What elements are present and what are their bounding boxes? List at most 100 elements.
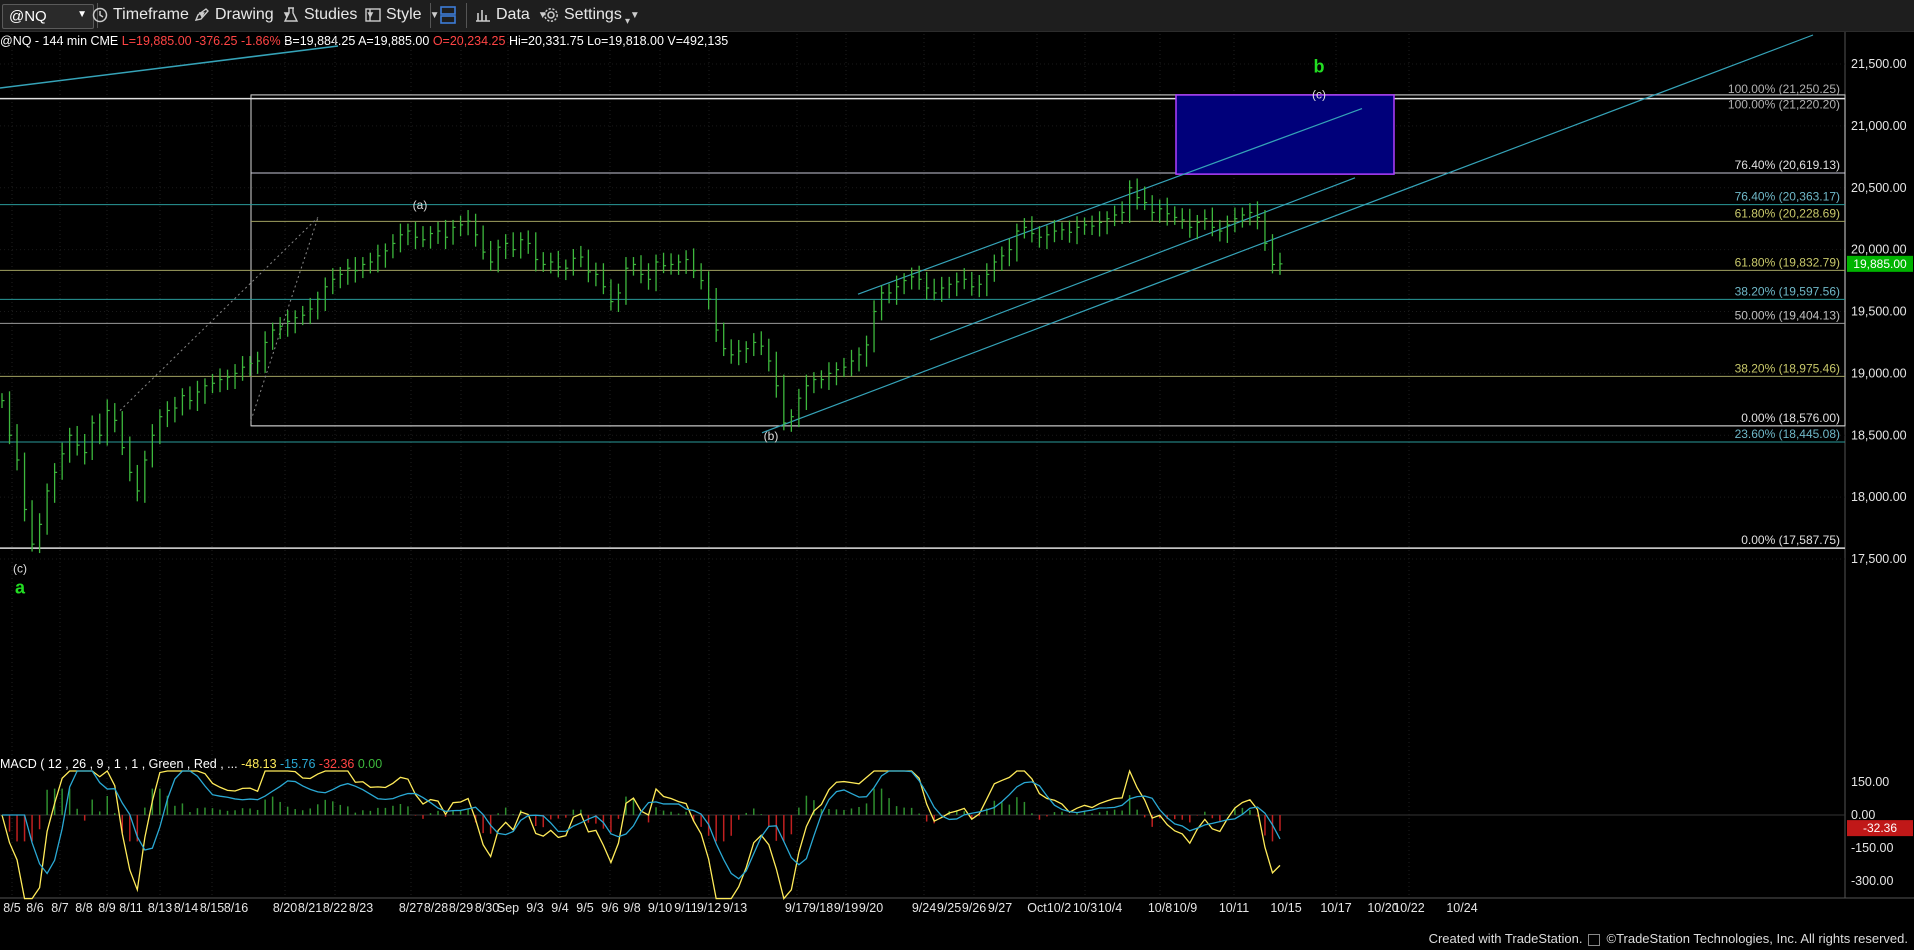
x-axis-tick-label: 9/6: [601, 901, 618, 915]
x-axis-tick-label: 10/4: [1098, 901, 1122, 915]
x-axis-tick-label: 8/27: [399, 901, 423, 915]
wave-label: (a): [413, 198, 428, 212]
footer-credit: Created with TradeStation. ©TradeStation …: [1429, 931, 1908, 946]
wave-label: (c): [1312, 88, 1326, 102]
x-axis-tick-label: 9/8: [623, 901, 640, 915]
toolbar-overflow-button[interactable]: ▾: [625, 10, 630, 32]
price-axis-tick-label: 17,500.00: [1851, 552, 1907, 566]
x-axis-tick-label: 9/26: [962, 901, 986, 915]
timeframe-menu[interactable]: Timeframe ▼: [91, 4, 207, 26]
x-axis-tick-label: 9/27: [988, 901, 1012, 915]
macd-axis-tick-label: 0.00: [1851, 808, 1875, 822]
pencil-icon: [194, 8, 209, 21]
x-axis-tick-label: 10/9: [1173, 901, 1197, 915]
price-axis-tick-label: 21,500.00: [1851, 57, 1907, 71]
caret-down-icon: ▼: [429, 9, 440, 21]
macd-axis-tick-label: 150.00: [1851, 775, 1889, 789]
x-axis-tick-label: 9/12: [697, 901, 721, 915]
symbol-selector[interactable]: @NQ ▼: [2, 4, 94, 29]
trendline-upper-left: [0, 45, 339, 89]
fib-level-label: 0.00% (17,587.75): [1741, 533, 1840, 547]
x-axis-tick-label: 9/20: [859, 901, 883, 915]
price-axis-tick-label: 18,500.00: [1851, 428, 1907, 442]
fib-level-label: 38.20% (19,597.56): [1735, 284, 1840, 298]
timeframe-label: Timeframe: [113, 6, 189, 23]
x-axis-tick-label: 9/10: [648, 901, 672, 915]
chevron-down-icon: ▼: [77, 9, 87, 20]
x-axis-tick-label: 8/22: [323, 901, 347, 915]
caret-down-icon: ▾: [625, 15, 631, 27]
x-axis-tick-label: 8/6: [26, 901, 43, 915]
wave-label: b: [1314, 57, 1325, 77]
footer-copyright: ©TradeStation Technologies, Inc. All rig…: [1606, 931, 1908, 946]
studies-menu[interactable]: Studies ▼: [282, 4, 375, 26]
x-axis-tick-label: 8/7: [51, 901, 68, 915]
macd-line: [1, 769, 1281, 900]
fib-level-label: 50.00% (19,404.13): [1735, 308, 1840, 322]
fib-level-label: 61.80% (19,832.79): [1735, 255, 1840, 269]
fib-level-label: 100.00% (21,220.20): [1728, 98, 1840, 112]
fib-level-label: 76.40% (20,619.13): [1735, 158, 1840, 172]
channel-upper-line: [857, 107, 1363, 295]
x-axis-tick-label: 9/3: [526, 901, 543, 915]
macd-signal-line: [2, 770, 1281, 880]
fib-level-label: 76.40% (20,363.17): [1735, 190, 1840, 204]
separator-icon: [1588, 933, 1601, 946]
x-axis-tick-label: Oct: [1027, 901, 1047, 915]
caret-down-icon: ▼: [629, 9, 640, 21]
x-axis-tick-label: 8/5: [3, 901, 20, 915]
macd-signal: -15.76: [280, 757, 319, 771]
x-axis-tick-label: 10/11: [1219, 901, 1249, 915]
macd-value-label: -32.36: [1863, 821, 1897, 835]
x-axis-tick-label: 8/15: [200, 901, 224, 915]
fib-level-label: 23.60% (18,445.08): [1735, 427, 1840, 441]
x-axis-tick-label: 10/3: [1073, 901, 1097, 915]
price-axis-tick-label: 20,000.00: [1851, 243, 1907, 257]
x-axis-tick-label: 8/23: [349, 901, 373, 915]
fib-level-label: 38.20% (18,975.46): [1735, 361, 1840, 375]
price-axis-tick-label: 21,000.00: [1851, 119, 1907, 133]
toolbar-divider: [466, 3, 467, 28]
last-price-label: 19,885.00: [1853, 257, 1907, 271]
x-axis-tick-label: 9/17: [785, 901, 809, 915]
price-chart[interactable]: 8/5 8/6 8/7 8/8 8/9 8/11 8/13 8/14 8/15 8/16 8/20 8…: [0, 32, 1914, 930]
x-axis-tick-label: 9/11: [674, 901, 697, 915]
x-axis-tick-label: 8/11: [119, 901, 142, 915]
style-label: Style: [386, 6, 422, 23]
x-axis-tick-label: 9/25: [937, 901, 961, 915]
x-axis-tick-label: 10/17: [1320, 901, 1351, 915]
toolbar: @NQ ▼ Timeframe ▼ Drawing ▼ Studies ▼ St…: [0, 0, 1914, 32]
wave-label: a: [15, 578, 26, 598]
clock-icon: [92, 7, 108, 23]
layout-icon: [440, 6, 456, 24]
wave-label: (c): [13, 562, 27, 576]
macd-title: MACD ( 12 , 26 , 9 , 1 , 1 , Green , Red…: [0, 757, 242, 771]
target-zone-box: [1175, 94, 1395, 175]
wave-guide-line: [250, 217, 319, 421]
data-menu[interactable]: Data ▼: [474, 4, 548, 26]
x-axis-tick-label: 9/4: [551, 901, 568, 915]
x-axis-tick-label: 8/16: [224, 901, 248, 915]
x-axis-tick-label: 8/20: [273, 901, 297, 915]
x-axis-tick-label: 8/28: [424, 901, 448, 915]
price-axis-tick-label: 19,000.00: [1851, 366, 1907, 380]
x-axis-tick-label: 9/19: [834, 901, 858, 915]
style-menu[interactable]: Style ▼: [364, 4, 439, 26]
x-axis-tick-label: 8/13: [148, 901, 172, 915]
x-axis-tick-label: 8/14: [174, 901, 198, 915]
symbol-value: @NQ: [9, 8, 47, 25]
studies-label: Studies: [304, 6, 358, 23]
bar-chart-icon: [476, 10, 490, 22]
x-axis-tick-label: 9/24: [912, 901, 936, 915]
x-axis-tick-label: 8/9: [98, 901, 115, 915]
x-axis-tick-label: 9/5: [576, 901, 593, 915]
drawing-menu[interactable]: Drawing ▼: [193, 4, 292, 26]
macd-diff: -32.36: [318, 757, 358, 771]
x-axis-tick-label: 10/24: [1446, 901, 1477, 915]
layout-button[interactable]: [439, 4, 461, 26]
toolbar-divider: [430, 3, 431, 28]
data-label: Data: [496, 6, 530, 23]
fib-level-label: 0.00% (18,576.00): [1741, 411, 1840, 425]
x-axis-tick-label: 9/13: [723, 901, 747, 915]
x-axis-tick-label: 10/2: [1047, 901, 1071, 915]
